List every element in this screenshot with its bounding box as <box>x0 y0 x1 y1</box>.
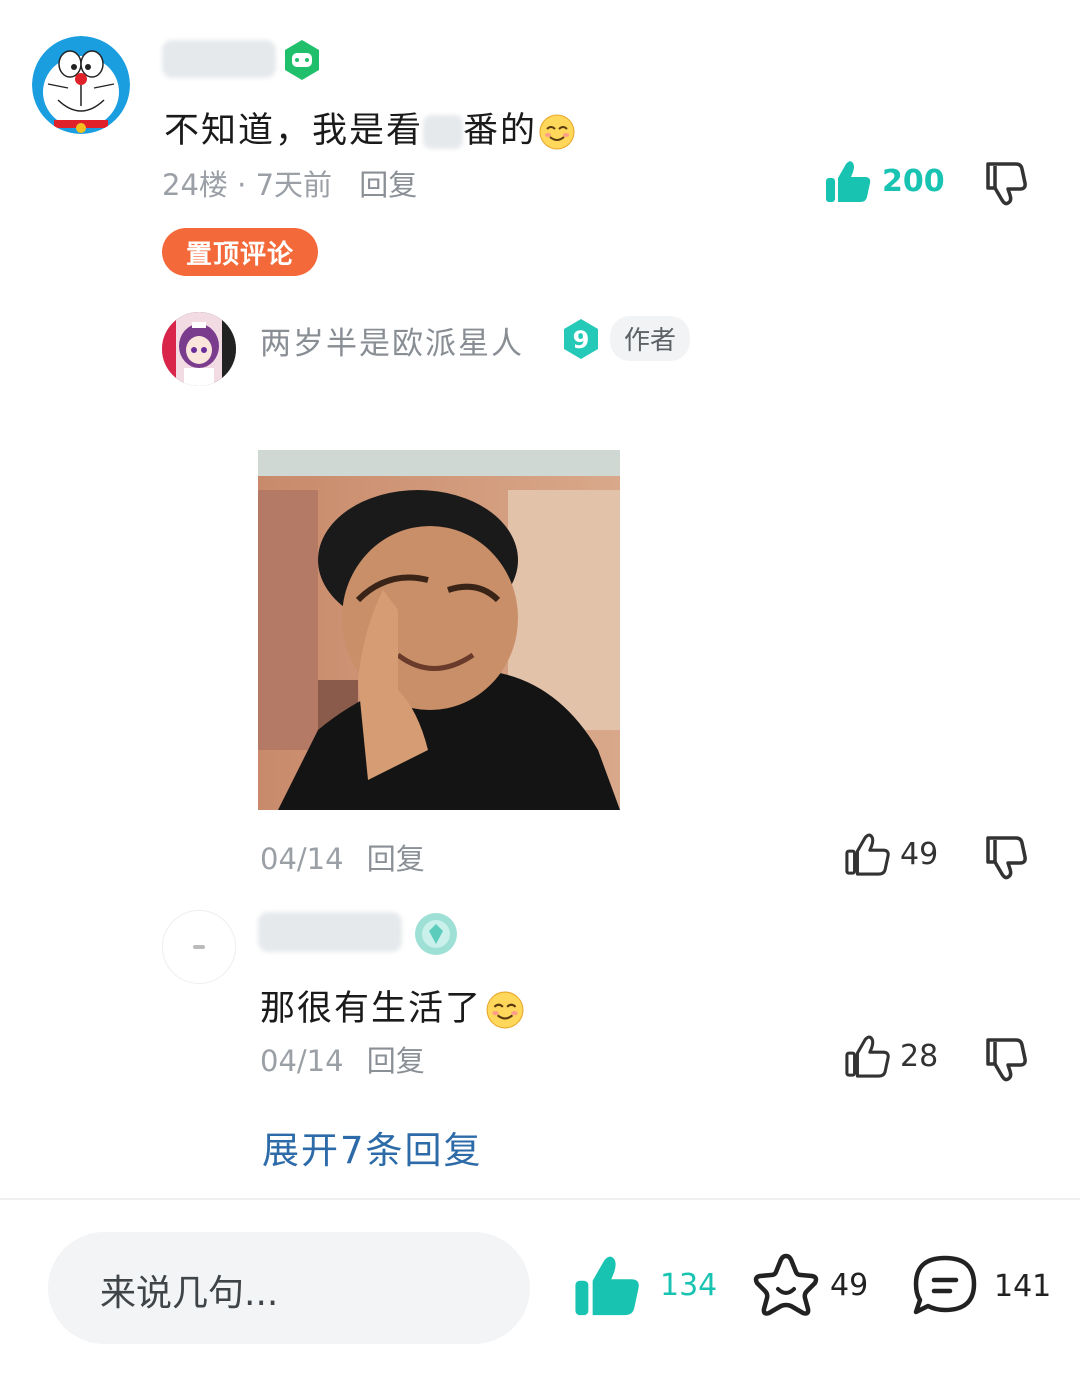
dislike-button[interactable] <box>982 1034 1030 1086</box>
anime-girl-avatar-icon <box>162 312 236 386</box>
reply-username[interactable]: 两岁半是欧派星人 <box>260 318 524 363</box>
reply-meta: 04/14 回复 <box>260 1038 425 1080</box>
thumbs-up-outline-icon <box>845 1035 890 1078</box>
like-count: 200 <box>882 163 945 199</box>
avatar-placeholder-mark <box>193 945 205 949</box>
level-badge-icon <box>415 913 457 955</box>
like-count: 28 <box>900 1038 939 1074</box>
favorite-button[interactable]: 49 <box>752 1252 868 1318</box>
bottom-divider <box>0 1198 1080 1200</box>
comment-text-head: 不知道，我是看 <box>164 111 424 151</box>
reply-meta: 04/14 回复 <box>260 836 425 878</box>
reply-button[interactable]: 回复 <box>367 842 425 876</box>
favorite-count: 49 <box>830 1267 869 1303</box>
comment-bubble-icon <box>913 1255 977 1315</box>
censored-word <box>423 115 464 149</box>
pinned-comment-badge: 置顶评论 <box>162 228 318 276</box>
like-button[interactable]: 200 <box>824 158 945 204</box>
comment-count-button[interactable]: 141 <box>910 1254 1051 1318</box>
like-button[interactable]: 28 <box>844 1034 938 1078</box>
comment-count: 141 <box>994 1268 1052 1304</box>
comment-meta: 24楼 · 7天前 回复 <box>162 162 417 204</box>
comment-input-placeholder: 来说几句... <box>100 1273 279 1314</box>
reply-button[interactable]: 回复 <box>359 168 417 202</box>
dislike-button[interactable] <box>982 832 1030 884</box>
comment-text: 不知道，我是看 番的 <box>164 102 575 153</box>
thumbs-down-icon <box>986 836 1027 880</box>
reply-text-content: 那很有生活了 <box>260 989 483 1029</box>
thumbs-down-icon <box>986 1038 1027 1082</box>
reply-avatar[interactable] <box>162 312 236 386</box>
thumbs-up-filled-icon <box>575 1256 639 1316</box>
level-badge <box>414 912 458 960</box>
smug-face-emoji-icon <box>539 114 575 150</box>
like-count: 49 <box>900 836 939 872</box>
comment-time: 7天前 <box>255 168 333 202</box>
reply-date: 04/14 <box>260 1044 344 1078</box>
smug-face-emoji-icon <box>486 991 524 1029</box>
thumbs-up-filled-icon <box>826 161 871 202</box>
reply-text: 那很有生活了 <box>260 980 524 1031</box>
reply-image-gif[interactable] <box>258 450 620 810</box>
thumbs-down-icon <box>986 162 1027 206</box>
author-tag: 作者 <box>610 316 691 361</box>
floor-number: 24楼 <box>162 168 228 202</box>
level-9-badge-icon: 9 <box>564 319 598 359</box>
username-blurred[interactable] <box>258 912 402 952</box>
star-icon <box>753 1253 819 1316</box>
game-controller-badge-icon <box>280 38 324 82</box>
laughing-man-gif <box>258 450 620 810</box>
username-blurred[interactable] <box>162 40 276 78</box>
level-badge: 9 <box>560 318 602 364</box>
meta-separator: · <box>227 168 256 202</box>
expand-replies-link[interactable]: 展开7条回复 <box>262 1120 483 1174</box>
dislike-button[interactable] <box>982 158 1030 210</box>
reply-avatar[interactable] <box>162 910 236 984</box>
level-number: 9 <box>573 326 590 354</box>
reply-button[interactable]: 回复 <box>367 1044 425 1078</box>
bottom-like-count: 134 <box>660 1267 718 1303</box>
like-button[interactable]: 49 <box>844 832 938 876</box>
reply-date: 04/14 <box>260 842 344 876</box>
comment-text-tail: 番的 <box>463 111 538 151</box>
doraemon-avatar-icon <box>32 36 130 134</box>
thumbs-up-outline-icon <box>845 833 890 876</box>
avatar[interactable] <box>32 36 130 134</box>
bottom-like-button[interactable]: 134 <box>572 1252 717 1318</box>
